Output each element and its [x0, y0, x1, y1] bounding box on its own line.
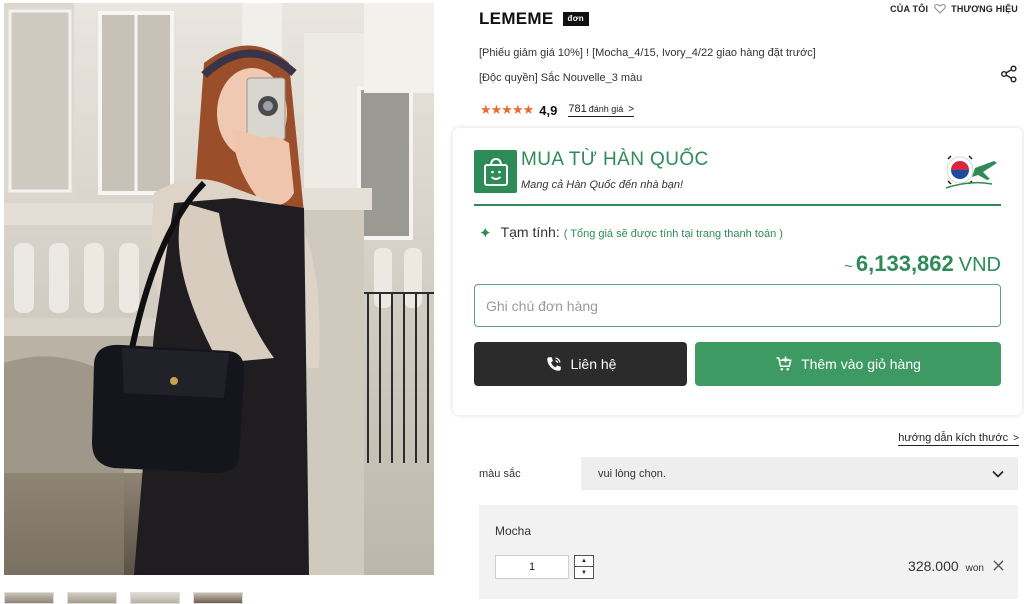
star-rating-icon: ★★★★★: [480, 102, 534, 117]
buy-from-korea-subtitle: Mang cả Hàn Quốc đến nhà bạn!: [521, 179, 684, 191]
top-links: CỦA TÔI THƯƠNG HIỆU: [890, 3, 1018, 14]
selected-option-box: Mocha ▲ ▼ 328.000 won: [479, 505, 1018, 599]
purchase-card: MUA TỪ HÀN QUỐC Mang cả Hàn Quốc đến nhà…: [453, 128, 1022, 415]
color-select[interactable]: vui lòng chọn.: [581, 457, 1018, 490]
option-price-amount: 328.000: [908, 558, 959, 574]
estimate-note: ( Tổng giá sẽ được tính tại trang thanh …: [563, 228, 783, 240]
option-price: 328.000 won: [908, 558, 984, 574]
quantity-increase-button[interactable]: ▲: [575, 556, 593, 567]
thumbnail-4[interactable]: [193, 592, 243, 604]
phone-icon: [546, 357, 561, 371]
thumbnail-2[interactable]: [67, 592, 117, 604]
price-amount: 6,133,862: [855, 251, 954, 276]
brand-name: LEMEME: [479, 9, 554, 28]
contact-button[interactable]: Liên hệ: [474, 342, 687, 386]
share-icon[interactable]: [1000, 65, 1018, 83]
product-photo-illustration: [4, 3, 434, 575]
promo-line-1: [Phiếu giảm giá 10%] ! [Mocha_4/15, Ivor…: [479, 47, 816, 59]
product-main-image[interactable]: [4, 3, 434, 575]
cart-icon: [776, 356, 792, 371]
order-note-input[interactable]: [474, 284, 1001, 327]
my-link[interactable]: CỦA TÔI: [890, 4, 928, 14]
thumbnail-1[interactable]: [4, 592, 54, 604]
brand-title[interactable]: LEMEME đơn: [479, 9, 589, 29]
estimate-row: ✦ Tạm tính: ( Tổng giá sẽ được tính tại …: [479, 223, 783, 242]
brand-link[interactable]: THƯƠNG HIỆU: [951, 4, 1018, 14]
contact-button-label: Liên hệ: [570, 356, 617, 372]
review-label: đánh giá: [588, 104, 624, 114]
buy-from-korea-title: MUA TỪ HÀN QUỐC: [521, 149, 709, 170]
korea-flag-plane-icon: [945, 155, 997, 189]
heart-icon[interactable]: [934, 3, 946, 14]
card-divider: [474, 204, 1001, 206]
quantity-decrease-button[interactable]: ▼: [575, 567, 593, 578]
color-select-value: vui lòng chọn.: [598, 467, 666, 480]
quantity-stepper[interactable]: ▲ ▼: [574, 555, 594, 579]
chevron-right-icon: >: [628, 103, 635, 115]
brand-badge: đơn: [562, 12, 589, 26]
selected-option-name: Mocha: [495, 524, 532, 538]
option-price-unit: won: [965, 563, 984, 574]
add-to-cart-button[interactable]: Thêm vào giỏ hàng: [695, 342, 1001, 386]
add-to-cart-label: Thêm vào giỏ hàng: [801, 356, 921, 372]
chevron-right-icon: >: [1013, 432, 1019, 444]
chevron-down-icon: [992, 470, 1004, 478]
thumbnail-strip: [4, 592, 434, 604]
color-label: màu sắc: [479, 468, 521, 480]
close-icon[interactable]: [993, 560, 1004, 571]
estimated-price: ~ 6,133,862 VND: [844, 251, 1001, 277]
price-prefix: ~: [844, 258, 853, 275]
price-currency: VND: [958, 254, 1001, 276]
review-count: 781: [568, 103, 587, 115]
shopping-bag-icon: [474, 150, 517, 193]
quantity-input[interactable]: [495, 555, 569, 579]
promo-line-2: [Độc quyền] Sắc Nouvelle_3 màu: [479, 72, 643, 84]
estimate-label: Tạm tính:: [500, 224, 560, 240]
thumbnail-3[interactable]: [130, 592, 180, 604]
size-guide-label: hướng dẫn kích thước: [898, 432, 1009, 444]
reviews-link[interactable]: 781 đánh giá >: [568, 103, 635, 117]
rating-score: 4,9: [539, 102, 558, 118]
size-guide-link[interactable]: hướng dẫn kích thước >: [898, 432, 1019, 446]
sparkle-icon: ✦: [479, 225, 492, 242]
rating-row: ★★★★★ 4,9 781 đánh giá >: [480, 102, 635, 118]
